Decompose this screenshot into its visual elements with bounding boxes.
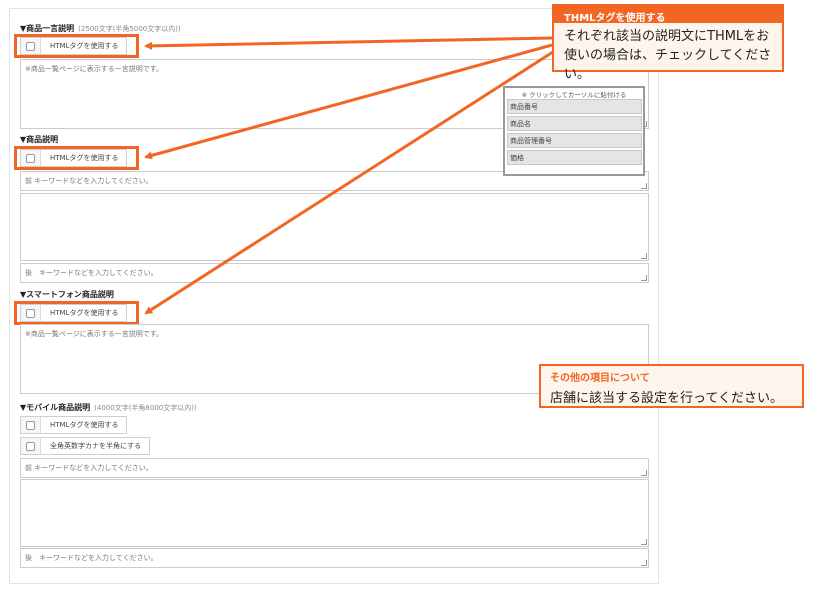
callout-line: それぞれ該当の説明文にTHMLをお — [564, 29, 770, 44]
callout-title: その他の項目について — [550, 373, 650, 384]
arrow-to-oneline — [144, 36, 553, 50]
html-tag-callout: THMLタグを使用する それぞれ該当の説明文にTHMLをお 使いの場合は、チェッ… — [552, 4, 784, 82]
callout-body: 店舗に該当する設定を行ってください。 — [550, 391, 783, 406]
callout-title: THMLタグを使用する — [554, 6, 782, 24]
other-items-callout: その他の項目について 店舗に該当する設定を行ってください。 — [539, 364, 804, 408]
arrow-to-smart — [144, 48, 557, 315]
callout-line: 使いの場合は、チェックしてください。 — [564, 48, 772, 82]
annotation-arrows — [144, 36, 557, 315]
arrow-to-desc — [144, 43, 553, 160]
callout-body: それぞれ該当の説明文にTHMLをお 使いの場合は、チェックしてください。 — [554, 23, 782, 88]
